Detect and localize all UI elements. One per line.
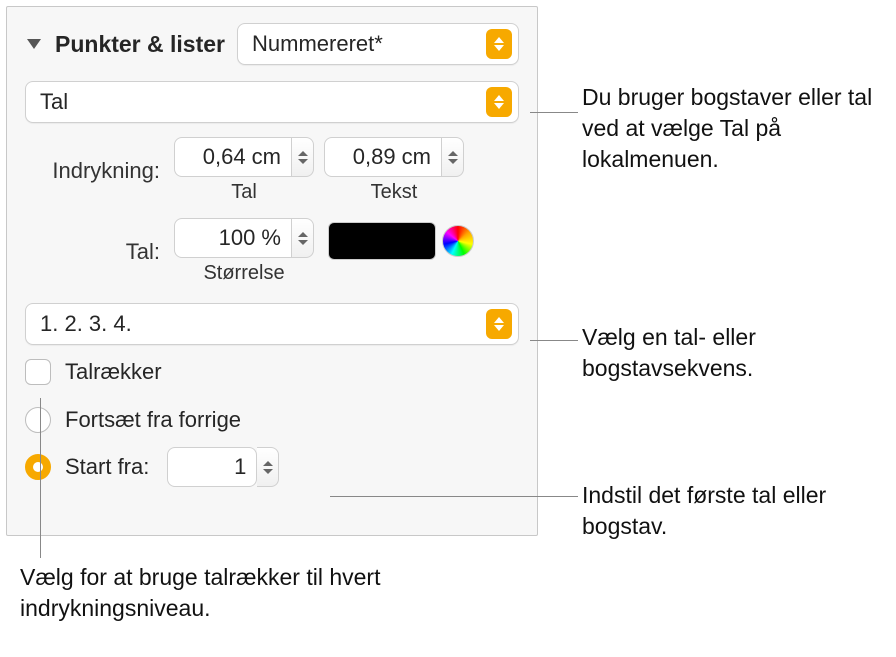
start-from-value: 1	[234, 454, 246, 480]
size-label: Tal:	[25, 239, 160, 265]
tiered-numbers-label: Talrækker	[65, 359, 162, 385]
indent-number-value: 0,64 cm	[203, 144, 281, 170]
sequence-value: 1. 2. 3. 4.	[40, 311, 132, 337]
size-value: 100 %	[219, 225, 281, 251]
bullets-lists-panel: Punkter & lister Nummereret* Tal Indrykn…	[6, 6, 538, 536]
callout-leader	[330, 496, 578, 497]
indent-text-stepper[interactable]: 0,89 cm	[324, 137, 464, 177]
panel-title: Punkter & lister	[55, 31, 225, 58]
size-caption: Størrelse	[203, 262, 284, 285]
stepper-arrows-icon[interactable]	[292, 137, 314, 177]
number-type-value: Tal	[40, 89, 68, 115]
start-from-radio[interactable]	[25, 454, 51, 480]
popup-arrows-icon	[486, 87, 512, 117]
sequence-popup[interactable]: 1. 2. 3. 4.	[25, 303, 519, 345]
callout-tiered: Vælg for at bruge talrækker til hvert in…	[20, 562, 400, 624]
list-style-popup[interactable]: Nummereret*	[237, 23, 519, 65]
indent-label: Indrykning:	[25, 158, 160, 184]
callout-leader	[530, 112, 578, 113]
indent-text-caption: Tekst	[371, 181, 418, 204]
size-stepper[interactable]: 100 %	[174, 218, 314, 258]
indent-number-stepper[interactable]: 0,64 cm	[174, 137, 314, 177]
start-from-stepper[interactable]: 1	[167, 447, 279, 487]
popup-arrows-icon	[486, 29, 512, 59]
start-from-label: Start fra:	[65, 454, 149, 480]
callout-start-from: Indstil det første tal eller bogstav.	[582, 480, 882, 542]
list-style-value: Nummereret*	[252, 31, 383, 57]
callout-leader	[40, 398, 41, 558]
continue-radio[interactable]	[25, 407, 51, 433]
stepper-arrows-icon[interactable]	[292, 218, 314, 258]
continue-label: Fortsæt fra forrige	[65, 407, 241, 433]
callout-sequence: Vælg en tal- eller bogstavsekvens.	[582, 322, 882, 384]
color-swatch[interactable]	[328, 222, 436, 260]
tiered-numbers-checkbox[interactable]	[25, 359, 51, 385]
color-wheel-icon[interactable]	[442, 225, 474, 257]
stepper-arrows-icon[interactable]	[257, 447, 279, 487]
stepper-arrows-icon[interactable]	[442, 137, 464, 177]
indent-text-value: 0,89 cm	[353, 144, 431, 170]
callout-number-type: Du bruger bogstaver eller tal ved at væl…	[582, 82, 892, 175]
indent-number-caption: Tal	[231, 181, 257, 204]
popup-arrows-icon	[486, 309, 512, 339]
callout-leader	[530, 340, 578, 341]
number-type-popup[interactable]: Tal	[25, 81, 519, 123]
disclosure-triangle-icon[interactable]	[27, 39, 41, 49]
